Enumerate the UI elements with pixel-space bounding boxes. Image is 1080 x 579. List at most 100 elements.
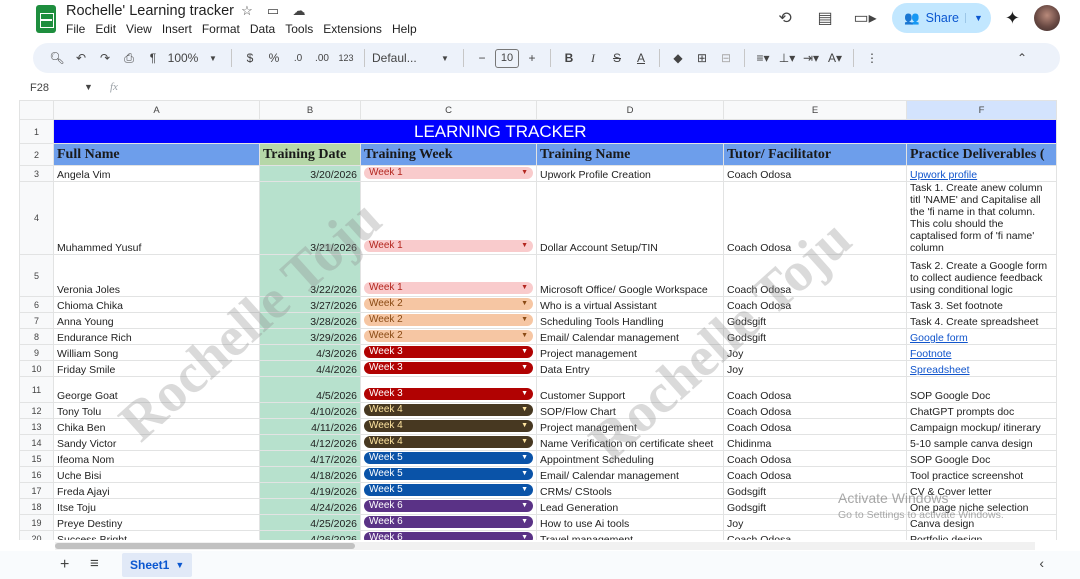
chip-dropdown-icon[interactable]: ▼ bbox=[521, 404, 528, 416]
column-header-e[interactable]: E bbox=[723, 100, 907, 120]
row-header[interactable]: 3 bbox=[19, 165, 54, 182]
cell-full-name[interactable]: Ifeoma Nom bbox=[53, 450, 260, 467]
cell-deliverable[interactable]: SOP Google Doc bbox=[906, 450, 1057, 467]
week-dropdown-chip[interactable]: Week 5 ▼ bbox=[364, 484, 533, 496]
document-title[interactable]: Rochelle' Learning tracker bbox=[66, 3, 234, 19]
cell-tutor[interactable]: Coach Odosa bbox=[723, 450, 907, 467]
cell-deliverable[interactable]: ChatGPT prompts doc bbox=[906, 402, 1057, 419]
week-dropdown-chip[interactable]: Week 2 ▼ bbox=[364, 330, 533, 342]
cell-training-week[interactable]: Week 3 ▼ bbox=[360, 344, 537, 361]
cell-training-week[interactable]: Week 5 ▼ bbox=[360, 482, 537, 499]
week-dropdown-chip[interactable]: Week 6 ▼ bbox=[364, 516, 533, 528]
cell-deliverable[interactable]: Campaign mockup/ itinerary bbox=[906, 418, 1057, 435]
move-folder-icon[interactable]: ▭ bbox=[264, 3, 282, 19]
merge-cells-icon[interactable]: ⊟ bbox=[715, 47, 737, 69]
chip-dropdown-icon[interactable]: ▼ bbox=[521, 484, 528, 496]
cell-tutor[interactable]: Coach Odosa bbox=[723, 296, 907, 313]
menu-format[interactable]: Format bbox=[202, 22, 240, 36]
cell-training-name[interactable]: SOP/Flow Chart bbox=[536, 402, 724, 419]
select-all-corner[interactable] bbox=[19, 100, 54, 120]
italic-button[interactable]: I bbox=[582, 47, 604, 69]
share-dropdown-icon[interactable]: ▼ bbox=[964, 13, 983, 23]
cell-training-week[interactable]: Week 4 ▼ bbox=[360, 418, 537, 435]
cell-training-name[interactable]: CRMs/ CStools bbox=[536, 482, 724, 499]
cell-training-name[interactable]: Email/ Calendar management bbox=[536, 466, 724, 483]
cell-full-name[interactable]: Preye Destiny bbox=[53, 514, 260, 531]
cell-training-name[interactable]: How to use Ai tools bbox=[536, 514, 724, 531]
week-dropdown-chip[interactable]: Week 3 ▼ bbox=[364, 346, 533, 358]
cell-tutor[interactable]: Joy bbox=[723, 360, 907, 377]
cell-training-name[interactable]: Project management bbox=[536, 418, 724, 435]
cell-deliverable[interactable]: Spreadsheet bbox=[906, 360, 1057, 377]
cell-training-date[interactable]: 4/11/2026 bbox=[259, 418, 361, 435]
row-header[interactable]: 14 bbox=[19, 434, 54, 451]
row-header[interactable]: 17 bbox=[19, 482, 54, 499]
banner-title[interactable]: LEARNING TRACKER bbox=[53, 119, 1057, 144]
cell-training-week[interactable]: Week 4 ▼ bbox=[360, 434, 537, 451]
cell-tutor[interactable]: Coach Odosa bbox=[723, 181, 907, 255]
add-sheet-icon[interactable]: + bbox=[60, 556, 69, 574]
cell-training-week[interactable]: Week 1 ▼ bbox=[360, 181, 537, 255]
column-header-d[interactable]: D bbox=[536, 100, 724, 120]
chip-dropdown-icon[interactable]: ▼ bbox=[521, 436, 528, 448]
cell-training-week[interactable]: Week 5 ▼ bbox=[360, 450, 537, 467]
week-dropdown-chip[interactable]: Week 3 ▼ bbox=[364, 362, 533, 374]
cell-deliverable[interactable]: Portfolio design bbox=[906, 530, 1057, 540]
week-dropdown-chip[interactable]: Week 6 ▼ bbox=[364, 532, 533, 540]
percent-format-button[interactable]: % bbox=[263, 47, 285, 69]
cell-training-date[interactable]: 4/19/2026 bbox=[259, 482, 361, 499]
column-header-c[interactable]: C bbox=[360, 100, 537, 120]
cell-training-date[interactable]: 3/22/2026 bbox=[259, 254, 361, 297]
column-header-b[interactable]: B bbox=[259, 100, 361, 120]
cell-full-name[interactable]: Tony Tolu bbox=[53, 402, 260, 419]
search-menus-icon[interactable]: 🔍︎ bbox=[46, 47, 68, 69]
zoom-dropdown-icon[interactable]: ▼ bbox=[202, 47, 224, 69]
chip-dropdown-icon[interactable]: ▼ bbox=[521, 420, 528, 432]
cell-training-date[interactable]: 4/4/2026 bbox=[259, 360, 361, 377]
cell-training-name[interactable]: Scheduling Tools Handling bbox=[536, 312, 724, 329]
row-header[interactable]: 16 bbox=[19, 466, 54, 483]
chip-dropdown-icon[interactable]: ▼ bbox=[521, 452, 528, 464]
deliverable-link[interactable]: Upwork profile bbox=[910, 169, 977, 181]
deliverable-link[interactable]: Google form bbox=[910, 332, 968, 344]
cell-training-date[interactable]: 4/26/2026 bbox=[259, 530, 361, 540]
chip-dropdown-icon[interactable]: ▼ bbox=[521, 240, 528, 252]
cell-training-date[interactable]: 3/21/2026 bbox=[259, 181, 361, 255]
cell-deliverable[interactable]: 5-10 sample canva design bbox=[906, 434, 1057, 451]
week-dropdown-chip[interactable]: Week 5 ▼ bbox=[364, 468, 533, 480]
cell-training-date[interactable]: 4/12/2026 bbox=[259, 434, 361, 451]
cell-tutor[interactable]: Coach Odosa bbox=[723, 530, 907, 540]
collapse-menus-icon[interactable]: ⌃ bbox=[1011, 47, 1033, 69]
chip-dropdown-icon[interactable]: ▼ bbox=[521, 298, 528, 310]
row-header[interactable]: 1 bbox=[19, 119, 54, 144]
cell-full-name[interactable]: Success Bright bbox=[53, 530, 260, 540]
cell-training-date[interactable]: 4/3/2026 bbox=[259, 344, 361, 361]
sheet-tab-dropdown-icon[interactable]: ▼ bbox=[175, 560, 184, 570]
font-dropdown-icon[interactable]: ▼ bbox=[434, 47, 456, 69]
cell-training-week[interactable]: Week 1 ▼ bbox=[360, 165, 537, 182]
undo-icon[interactable]: ↶ bbox=[70, 47, 92, 69]
cell-full-name[interactable]: Uche Bisi bbox=[53, 466, 260, 483]
header-tutor[interactable]: Tutor/ Facilitator bbox=[723, 143, 907, 166]
sheets-logo-icon[interactable] bbox=[36, 5, 56, 33]
week-dropdown-chip[interactable]: Week 4 ▼ bbox=[364, 436, 533, 448]
cell-training-date[interactable]: 3/28/2026 bbox=[259, 312, 361, 329]
menu-tools[interactable]: Tools bbox=[285, 22, 313, 36]
header-training-week[interactable]: Training Week bbox=[360, 143, 537, 166]
row-header[interactable]: 11 bbox=[19, 376, 54, 403]
cell-tutor[interactable]: Coach Odosa bbox=[723, 418, 907, 435]
chip-dropdown-icon[interactable]: ▼ bbox=[521, 346, 528, 358]
chip-dropdown-icon[interactable]: ▼ bbox=[521, 468, 528, 480]
row-header[interactable]: 12 bbox=[19, 402, 54, 419]
menu-file[interactable]: File bbox=[66, 22, 85, 36]
cell-deliverable[interactable]: SOP Google Doc bbox=[906, 376, 1057, 403]
deliverable-link[interactable]: Spreadsheet bbox=[910, 364, 970, 376]
row-header[interactable]: 13 bbox=[19, 418, 54, 435]
cell-full-name[interactable]: Veronia Joles bbox=[53, 254, 260, 297]
chip-dropdown-icon[interactable]: ▼ bbox=[521, 362, 528, 374]
cell-training-date[interactable]: 3/27/2026 bbox=[259, 296, 361, 313]
menu-edit[interactable]: Edit bbox=[95, 22, 116, 36]
font-size-decrease-button[interactable]: − bbox=[471, 47, 493, 69]
menu-insert[interactable]: Insert bbox=[162, 22, 192, 36]
cell-training-date[interactable]: 4/10/2026 bbox=[259, 402, 361, 419]
